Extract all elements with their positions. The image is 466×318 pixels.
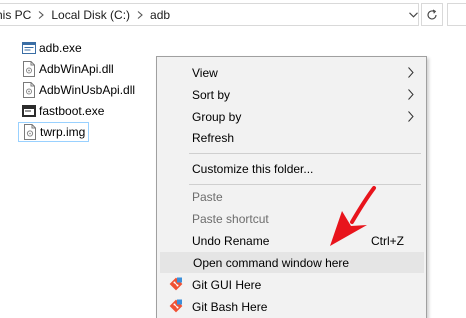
menu-item-git-bash[interactable]: Git Bash Here <box>160 296 424 317</box>
menu-item-group-by[interactable]: Group by <box>160 106 424 127</box>
dll-icon <box>22 82 36 98</box>
menu-item-refresh[interactable]: Refresh <box>160 127 424 148</box>
address-bar: his PC Local Disk (C:) adb <box>0 0 466 31</box>
img-file-icon <box>23 124 37 140</box>
file-name: twrp.img <box>40 125 86 139</box>
menu-item-label: Group by <box>192 109 242 124</box>
chevron-right-icon[interactable] <box>31 10 51 19</box>
file-name: AdbWinUsbApi.dll <box>39 83 136 97</box>
menu-item-label: View <box>192 65 218 80</box>
file-list: adb.exe AdbWinApi.dll AdbWinUsbApi.dll f… <box>0 36 160 156</box>
breadcrumb-local-disk[interactable]: Local Disk (C:) <box>51 8 130 22</box>
address-history-button[interactable] <box>404 4 422 25</box>
git-icon <box>169 299 183 313</box>
breadcrumb-this-pc[interactable]: his PC <box>0 8 31 22</box>
chevron-right-icon <box>408 67 414 78</box>
menu-separator <box>189 184 421 185</box>
menu-item-paste-shortcut[interactable]: Paste shortcut <box>160 208 424 229</box>
menu-item-undo-rename[interactable]: Undo Rename Ctrl+Z <box>160 230 424 251</box>
explorer-window: his PC Local Disk (C:) adb <box>0 0 466 318</box>
menu-item-label: Sort by <box>192 87 231 102</box>
menu-item-view[interactable]: View <box>160 62 424 83</box>
list-item[interactable]: adb.exe <box>18 38 85 58</box>
menu-item-label: Customize this folder... <box>192 161 314 176</box>
menu-item-open-command-window[interactable]: Open command window here <box>160 252 424 273</box>
breadcrumb[interactable]: his PC Local Disk (C:) adb <box>0 3 419 26</box>
git-icon <box>169 277 183 291</box>
menu-item-sort-by[interactable]: Sort by <box>160 84 424 105</box>
menu-item-label: Refresh <box>192 130 235 145</box>
file-name: AdbWinApi.dll <box>39 62 114 76</box>
menu-item-shortcut: Ctrl+Z <box>371 233 404 248</box>
menu-item-customize-folder[interactable]: Customize this folder... <box>160 158 424 179</box>
list-item[interactable]: twrp.img <box>18 122 90 142</box>
file-name: fastboot.exe <box>39 104 105 118</box>
file-name: adb.exe <box>39 41 82 55</box>
refresh-button[interactable] <box>421 3 443 26</box>
search-box[interactable] <box>447 3 466 26</box>
menu-item-label: Git GUI Here <box>192 277 262 292</box>
chevron-right-icon[interactable] <box>130 10 150 19</box>
chevron-down-icon <box>408 11 418 18</box>
refresh-icon <box>427 9 437 20</box>
menu-item-label: Git Bash Here <box>192 299 268 314</box>
breadcrumb-adb[interactable]: adb <box>150 8 170 22</box>
list-item[interactable]: AdbWinApi.dll <box>18 59 117 79</box>
list-item[interactable]: fastboot.exe <box>18 101 107 121</box>
menu-separator <box>189 153 421 154</box>
menu-item-git-gui[interactable]: Git GUI Here <box>160 274 424 295</box>
context-menu: View Sort by Group by Refresh Customize … <box>156 56 427 318</box>
chevron-right-icon <box>408 89 414 100</box>
exe-icon <box>22 40 36 56</box>
menu-item-label: Open command window here <box>193 255 350 270</box>
menu-item-paste[interactable]: Paste <box>160 186 424 207</box>
menu-item-label: Paste <box>192 189 223 204</box>
chevron-right-icon <box>408 111 414 122</box>
menu-item-label: Paste shortcut <box>192 211 269 226</box>
dll-icon <box>22 61 36 77</box>
list-item[interactable]: AdbWinUsbApi.dll <box>18 80 138 100</box>
exe-icon <box>22 103 36 119</box>
menu-item-label: Undo Rename <box>192 233 270 248</box>
